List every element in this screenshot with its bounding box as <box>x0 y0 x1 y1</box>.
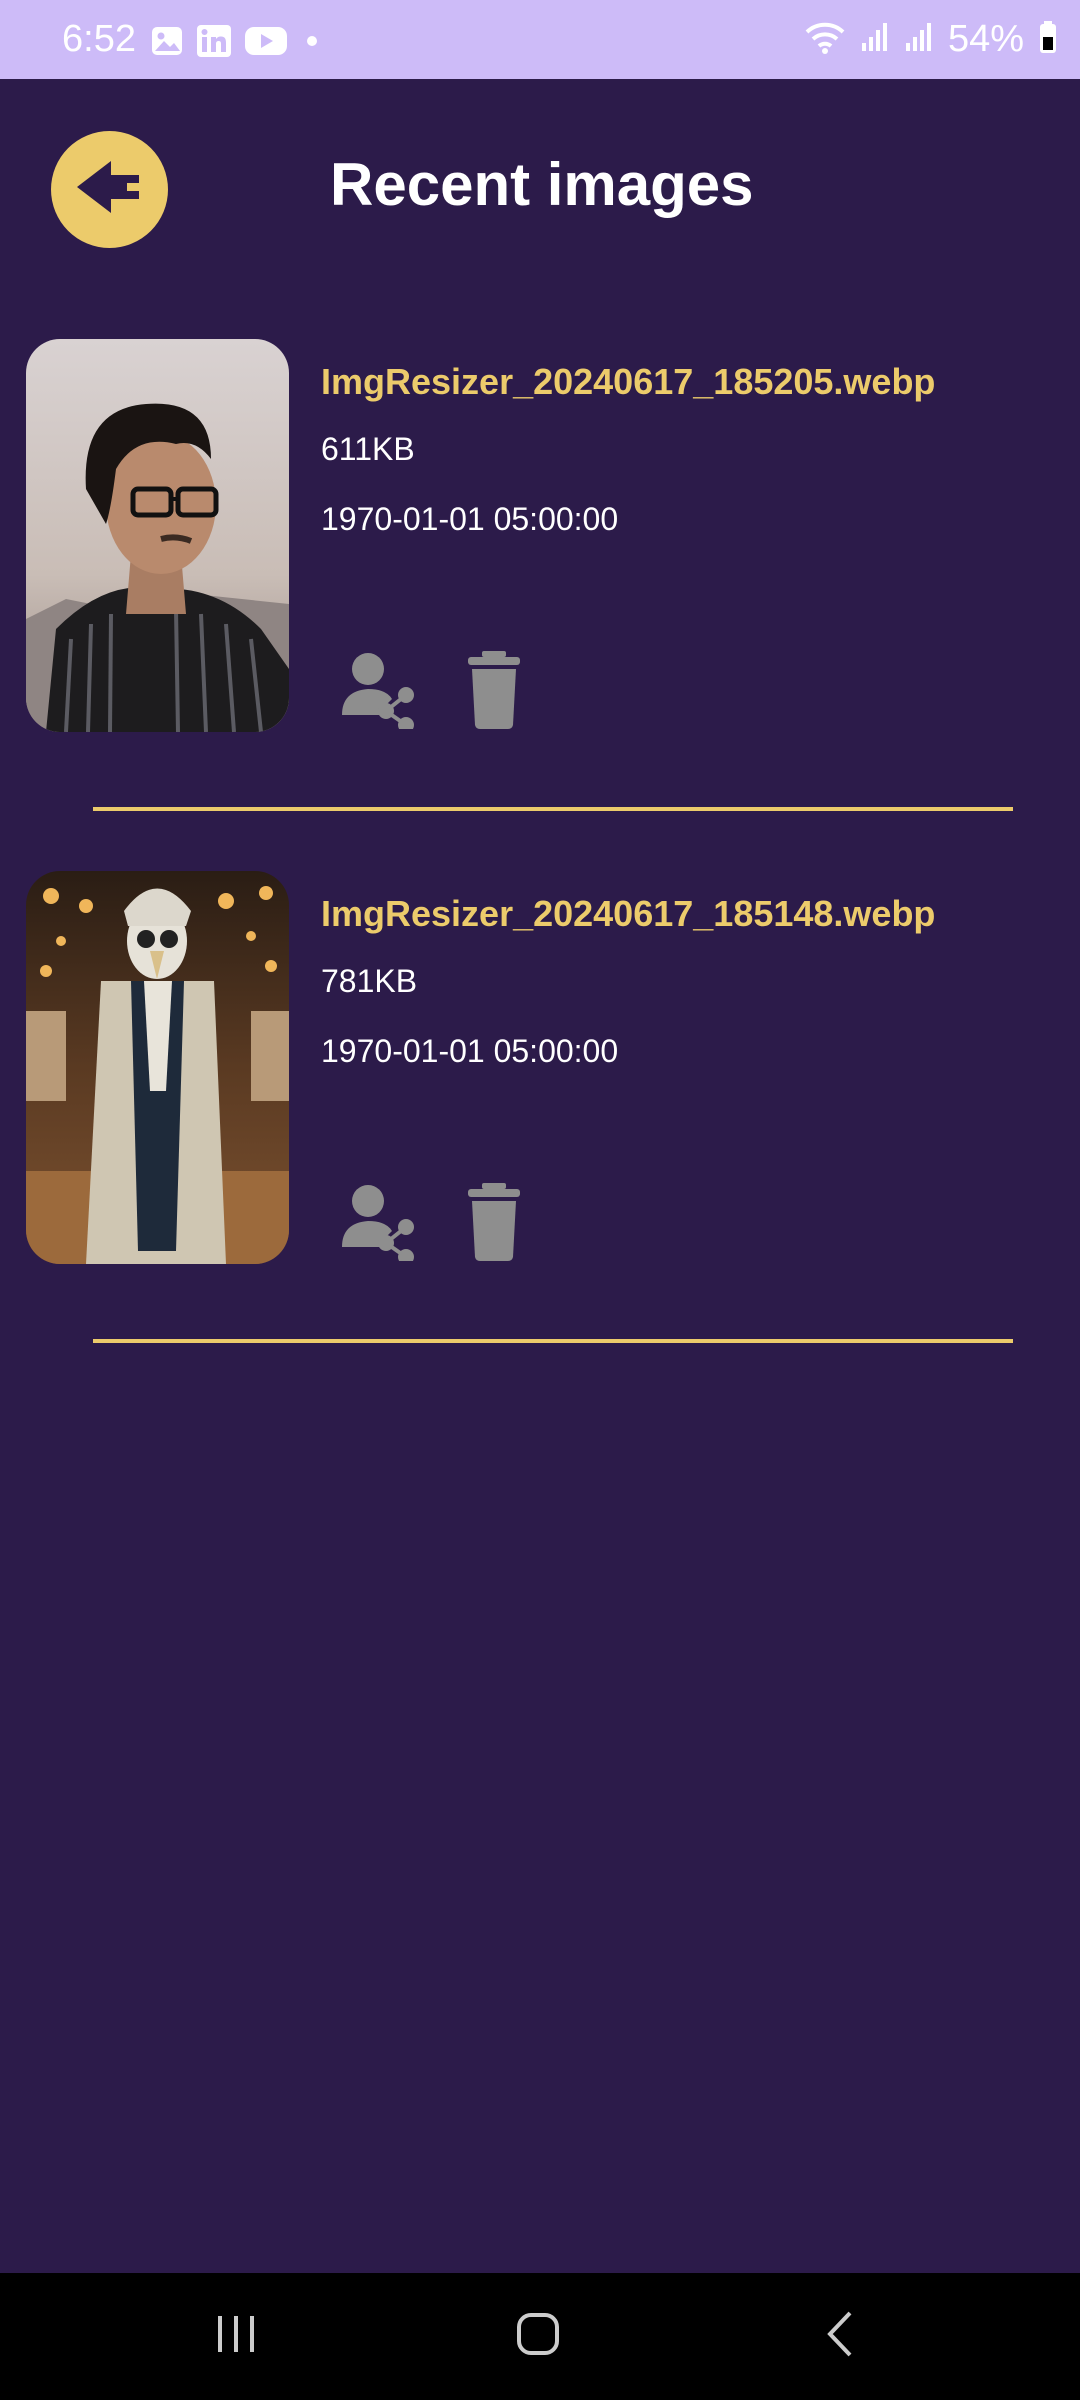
file-size: 781KB <box>321 963 418 999</box>
share-icon <box>340 653 418 733</box>
share-icon <box>340 1185 418 1265</box>
status-notification-icons <box>150 24 324 63</box>
file-name: ImgResizer_20240617_185205.webp <box>321 361 936 402</box>
status-bar: 6:52 54% <box>0 0 1080 79</box>
signal-icon <box>904 21 934 58</box>
recents-icon <box>214 2312 258 2361</box>
navigation-bar <box>0 2273 1080 2400</box>
list-item[interactable]: ImgResizer_20240617_185205.webp 611KB 19… <box>0 339 1080 739</box>
status-time: 6:52 <box>62 18 136 60</box>
battery-percent: 54% <box>947 18 1024 60</box>
delete-icon <box>464 1183 524 1265</box>
wifi-icon <box>804 20 846 59</box>
image-thumbnail[interactable] <box>26 339 289 732</box>
page-title: Recent images <box>330 151 754 218</box>
battery-icon <box>1038 20 1058 59</box>
list-item[interactable]: ImgResizer_20240617_185148.webp 781KB 19… <box>0 871 1080 1271</box>
status-system-icons: 54% <box>804 18 1058 61</box>
gallery-icon <box>150 25 184 62</box>
file-date: 1970-01-01 05:00:00 <box>321 501 619 537</box>
file-size: 611KB <box>321 431 415 467</box>
linkedin-icon <box>196 24 232 63</box>
home-icon <box>515 2311 561 2362</box>
nav-back-button[interactable] <box>750 2273 930 2400</box>
file-date: 1970-01-01 05:00:00 <box>321 1033 619 1069</box>
home-button[interactable] <box>448 2273 628 2400</box>
signal-icon <box>860 21 890 58</box>
divider <box>93 807 1013 811</box>
share-button[interactable] <box>340 649 418 733</box>
back-icon <box>820 2309 860 2364</box>
delete-button[interactable] <box>464 1181 524 1261</box>
delete-button[interactable] <box>464 649 524 729</box>
divider <box>93 1339 1013 1343</box>
delete-icon <box>464 651 524 733</box>
file-name: ImgResizer_20240617_185148.webp <box>321 893 936 934</box>
back-arrow-icon <box>75 157 145 222</box>
back-button[interactable] <box>51 131 168 248</box>
image-thumbnail[interactable] <box>26 871 289 1264</box>
youtube-icon <box>244 25 288 62</box>
share-button[interactable] <box>340 1181 418 1265</box>
dot-icon <box>300 29 324 58</box>
recents-button[interactable] <box>146 2273 326 2400</box>
